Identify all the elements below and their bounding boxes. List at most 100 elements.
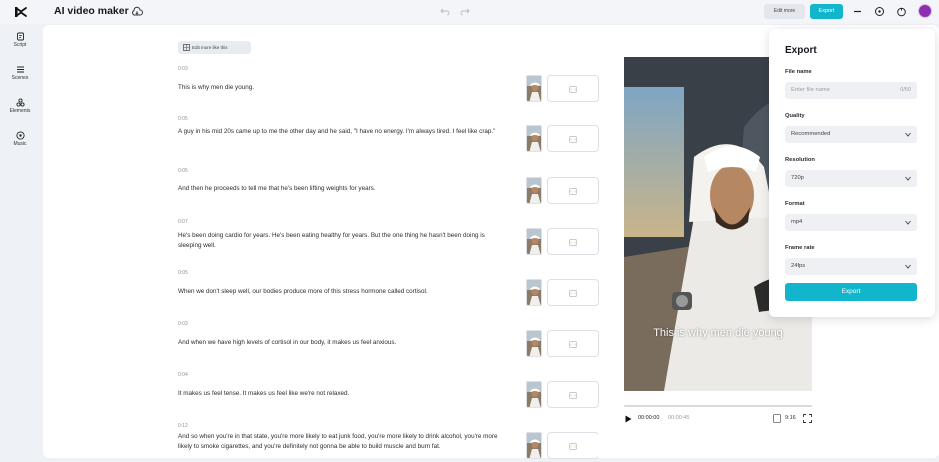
scene-thumbnail[interactable] [526,381,542,408]
media-icon [569,341,577,348]
export-confirm-button[interactable]: Export [785,283,917,301]
row-text[interactable]: And then he proceeds to tell me that he'… [178,184,508,194]
file-name-char-count: 0/50 [900,87,911,93]
sidebar-item-label: Script [13,42,27,48]
script-row[interactable]: 0:12 And so when you're in that state, y… [178,423,598,462]
format-label: Format [785,201,805,207]
top-bar: AI video maker Edit more Export [0,0,939,24]
row-duration: 0:05 [178,168,188,174]
row-duration: 0:04 [178,372,188,378]
music-icon [15,131,25,140]
file-name-placeholder: Enter file name [791,87,830,93]
scene-media-slot[interactable] [547,330,599,357]
current-time: 00:00:00 [638,415,660,421]
tag-label: Edit more like this [192,45,228,50]
chevron-down-icon [905,176,911,181]
minus-icon[interactable] [852,6,863,17]
scene-thumbnail[interactable] [526,432,542,459]
script-icon [16,32,24,41]
app-title: AI video maker [54,5,129,17]
media-icon [569,290,577,297]
frame-rate-label: Frame rate [785,245,815,251]
scene-media-slot[interactable] [547,279,599,306]
play-icon[interactable] [625,415,632,423]
capcut-logo-icon[interactable] [14,5,28,19]
redo-icon[interactable] [460,6,470,16]
resolution-value: 720p [791,175,804,181]
row-text[interactable]: It makes us feel tense. It makes us feel… [178,389,508,399]
fullscreen-icon[interactable] [803,414,812,423]
scene-thumbnail[interactable] [526,330,542,357]
media-icon [569,86,577,93]
row-text[interactable]: This is why men die young. [178,83,508,93]
total-time: 00:00:45 [668,415,690,421]
frame-rate-select[interactable]: 24fps [785,258,917,275]
scene-media-slot[interactable] [547,75,599,102]
undo-icon[interactable] [440,6,450,16]
edit-more-button[interactable]: Edit more [764,4,805,19]
quality-value: Recommended [791,131,831,137]
format-select[interactable]: mp4 [785,214,917,231]
scene-media-slot[interactable] [547,228,599,255]
quality-select[interactable]: Recommended [785,126,917,143]
chevron-down-icon [905,220,911,225]
row-duration: 0:05 [178,270,188,276]
scene-media-slot[interactable] [547,125,599,152]
media-icon [569,239,577,246]
file-name-label: File name [785,69,812,75]
scene-media-slot[interactable] [547,177,599,204]
edit-more-like-this-tag[interactable]: Edit more like this [178,41,251,54]
media-icon [569,188,577,195]
scene-thumbnail[interactable] [526,228,542,255]
sidebar-item-music[interactable]: Music [0,131,40,147]
sidebar-item-elements[interactable]: Elements [0,98,40,114]
cloud-save-icon[interactable] [131,6,143,18]
file-name-field[interactable]: Enter file name 0/50 [785,82,917,99]
row-text[interactable]: A guy in his mid 20s came up to me the o… [178,127,508,137]
chevron-down-icon [905,264,911,269]
format-value: mp4 [791,219,803,225]
sidebar-item-label: Scenes [11,75,29,81]
aspect-ratio-icon[interactable] [773,414,781,423]
scene-thumbnail[interactable] [526,125,542,152]
export-button[interactable]: Export [810,4,843,19]
video-caption: This is why men die young [653,327,783,339]
settings-icon[interactable] [896,6,907,17]
sidebar-item-label: Music [13,141,27,147]
scenes-icon [16,66,24,73]
row-duration: 0:03 [178,66,188,72]
row-text[interactable]: And when we have high levels of cortisol… [178,338,508,348]
frame-rate-value: 24fps [791,263,806,269]
export-panel: Export File name Enter file name 0/50 Qu… [769,29,935,317]
elements-icon [15,98,25,107]
grid-icon [183,44,190,51]
sidebar-item-label: Elements [9,108,31,114]
help-icon[interactable] [874,6,885,17]
media-icon [569,136,577,143]
scene-thumbnail[interactable] [526,75,542,102]
sidebar-item-script[interactable]: Script [0,32,40,48]
aspect-ratio-label[interactable]: 9:16 [785,415,796,421]
sidebar-item-scenes[interactable]: Scenes [0,65,40,81]
media-icon [569,443,577,450]
media-icon [569,392,577,399]
row-text[interactable]: And so when you're in that state, you're… [178,432,508,452]
scene-thumbnail[interactable] [526,177,542,204]
scene-media-slot[interactable] [547,432,598,459]
resolution-label: Resolution [785,157,815,163]
avatar[interactable] [918,4,932,18]
row-duration: 0:05 [178,116,188,122]
row-text[interactable]: He's been doing cardio for years. He's b… [178,231,508,251]
sidebar: Script Scenes Elements Music [0,24,40,462]
export-panel-title: Export [785,45,817,56]
row-duration: 0:12 [178,423,188,429]
playback-progress-bar[interactable] [624,405,812,407]
row-duration: 0:03 [178,321,188,327]
row-duration: 0:07 [178,219,188,225]
row-text[interactable]: When we don't sleep well, our bodies pro… [178,287,508,297]
scene-media-slot[interactable] [547,381,599,408]
quality-label: Quality [785,113,805,119]
scene-thumbnail[interactable] [526,279,542,306]
resolution-select[interactable]: 720p [785,170,917,187]
chevron-down-icon [905,132,911,137]
